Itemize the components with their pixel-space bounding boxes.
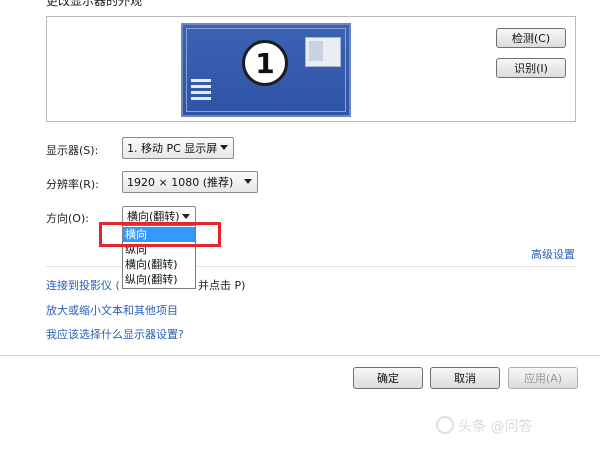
- apply-button[interactable]: 应用(A): [508, 367, 578, 389]
- detect-button[interactable]: 检测(C): [496, 28, 566, 48]
- footer-divider: [0, 355, 600, 356]
- ok-button[interactable]: 确定: [353, 367, 423, 389]
- resolution-select-value: 1920 × 1080 (推荐): [127, 176, 234, 189]
- orientation-option-landscape-flipped[interactable]: 横向(翻转): [123, 257, 195, 272]
- display-help-link[interactable]: 我应该选择什么显示器设置?: [46, 326, 184, 342]
- display-label: 显示器(S):: [46, 144, 99, 157]
- monitor-1-preview[interactable]: 1: [181, 23, 351, 117]
- chevron-down-icon: [182, 214, 190, 219]
- page-heading: 更改显示器的外观: [46, 0, 143, 8]
- desktop-window-thumbnail: [305, 37, 341, 67]
- watermark-text: 头条 @问答: [458, 419, 533, 435]
- resolution-label: 分辨率(R):: [46, 178, 99, 191]
- display-select-value: 1. 移动 PC 显示屏: [127, 142, 218, 155]
- watermark-logo-icon: [436, 416, 454, 434]
- chevron-down-icon: [244, 179, 252, 184]
- orientation-option-portrait-flipped[interactable]: 纵向(翻转): [123, 272, 195, 287]
- advanced-settings-link[interactable]: 高级设置: [531, 246, 575, 262]
- desktop-icons-thumbnail: [191, 79, 215, 109]
- connect-projector-hint: 并点击 P): [198, 279, 246, 292]
- connect-projector-link[interactable]: 连接到投影仪 (: [46, 277, 120, 293]
- cancel-button[interactable]: 取消: [430, 367, 500, 389]
- annotation-highlight-box: [99, 222, 221, 247]
- chevron-down-icon: [220, 145, 228, 150]
- identify-button[interactable]: 识别(I): [496, 58, 566, 78]
- orientation-label: 方向(O):: [46, 212, 89, 225]
- monitor-number-badge: 1: [242, 40, 288, 86]
- resolution-select[interactable]: 1920 × 1080 (推荐): [122, 171, 258, 193]
- text-size-link[interactable]: 放大或缩小文本和其他项目: [46, 302, 178, 318]
- display-select[interactable]: 1. 移动 PC 显示屏: [122, 137, 234, 159]
